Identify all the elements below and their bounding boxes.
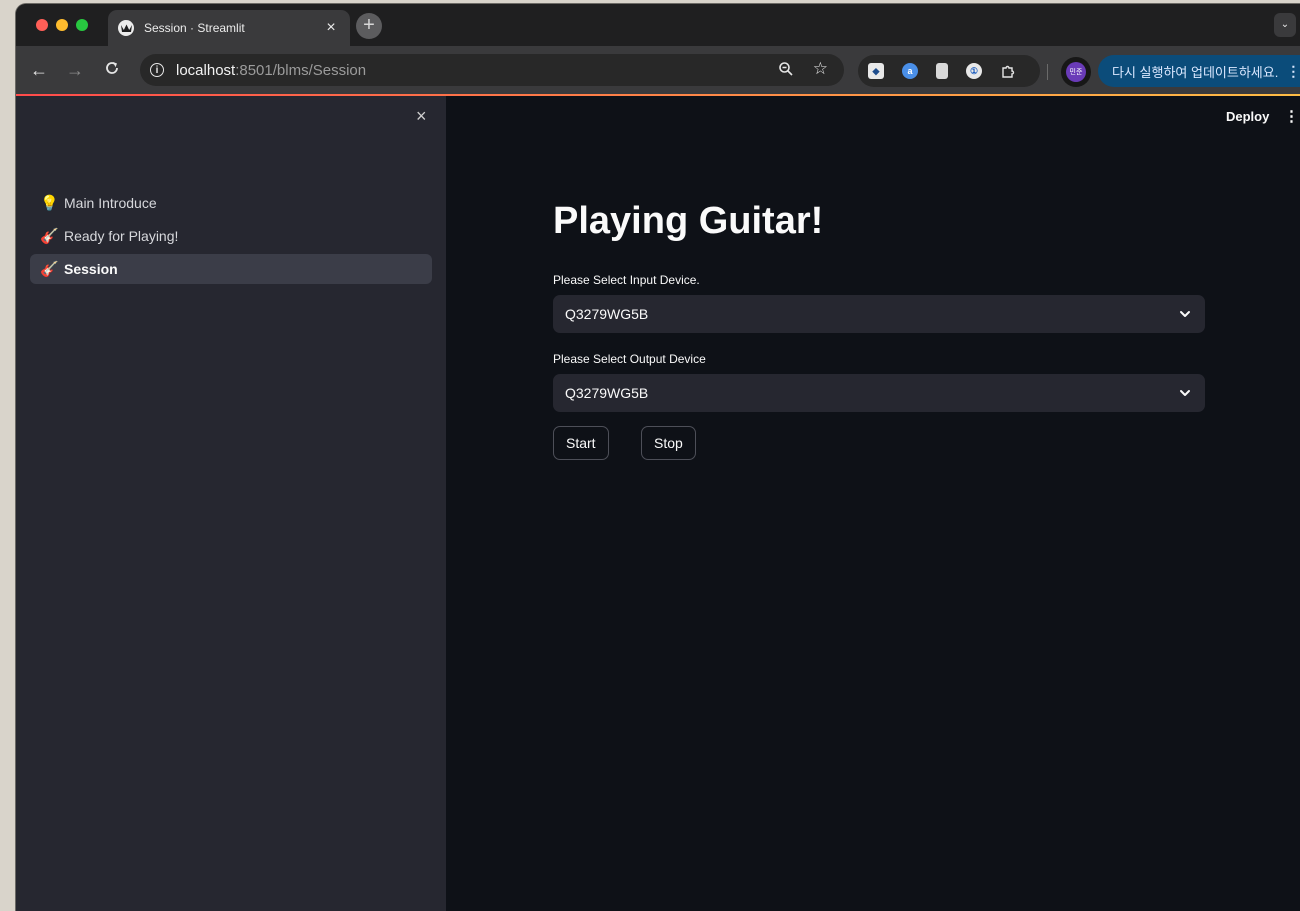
extensions-group: ◆ a ① — [858, 55, 1040, 87]
forward-arrow-icon[interactable]: → — [66, 61, 84, 79]
guitar-icon: 🎸 — [40, 261, 59, 278]
site-info-icon[interactable]: i — [150, 63, 164, 77]
profile-initials: 민준 — [1066, 62, 1086, 82]
sidebar-item-session[interactable]: 🎸 Session — [30, 254, 432, 284]
main-content: Deploy ⋮ Playing Guitar! Please Select I… — [446, 96, 1300, 911]
lightbulb-icon: 💡 — [40, 195, 59, 212]
extension-document-icon[interactable] — [936, 63, 948, 79]
tab-title: Session · Streamlit — [144, 21, 245, 35]
close-window-button[interactable] — [36, 19, 48, 31]
sidebar-item-label: Ready for Playing! — [64, 228, 179, 244]
sidebar-item-label: Session — [64, 261, 118, 277]
browser-menu-icon[interactable]: ⋮ — [1286, 63, 1300, 80]
sidebar-nav: 💡 Main Introduce 🎸 Ready for Playing! 🎸 … — [30, 188, 432, 287]
start-button[interactable]: Start — [553, 426, 609, 460]
output-device-value: Q3279WG5B — [565, 385, 649, 401]
input-device-value: Q3279WG5B — [565, 306, 649, 322]
deploy-button[interactable]: Deploy — [1226, 109, 1269, 124]
maximize-window-button[interactable] — [76, 19, 88, 31]
sidebar-item-main-introduce[interactable]: 💡 Main Introduce — [30, 188, 432, 218]
tab-strip: Session · Streamlit × + ⌄ — [16, 4, 1300, 46]
extension-translate-icon[interactable]: a — [902, 63, 918, 79]
reload-icon[interactable] — [104, 60, 120, 79]
streamlit-crown-icon — [118, 20, 134, 36]
profile-avatar[interactable]: 민준 — [1061, 57, 1091, 87]
tab-search-chevron-icon[interactable]: ⌄ — [1274, 13, 1296, 37]
minimize-window-button[interactable] — [56, 19, 68, 31]
back-arrow-icon[interactable]: ← — [30, 61, 48, 79]
update-button[interactable]: 다시 실행하여 업데이트하세요. ⋮ — [1098, 55, 1300, 87]
window-controls — [36, 19, 88, 31]
guitar-icon: 🎸 — [40, 228, 59, 245]
browser-toolbar: ← → i localhost:8501/blms/Session ☆ ◆ a … — [16, 46, 1300, 96]
stop-button[interactable]: Stop — [641, 426, 696, 460]
sidebar-item-label: Main Introduce — [64, 195, 157, 211]
new-tab-button[interactable]: + — [356, 13, 382, 39]
extensions-puzzle-icon[interactable] — [1000, 63, 1016, 79]
output-device-label: Please Select Output Device — [553, 352, 706, 366]
bookmark-star-icon[interactable]: ☆ — [813, 59, 828, 79]
page-title: Playing Guitar! — [553, 200, 824, 242]
extension-password-icon[interactable]: ① — [966, 63, 982, 79]
zoom-icon[interactable] — [778, 61, 794, 81]
input-device-label: Please Select Input Device. — [553, 273, 700, 287]
output-device-select[interactable]: Q3279WG5B — [553, 374, 1205, 412]
chevron-down-icon — [1180, 390, 1190, 396]
url-text: localhost:8501/blms/Session — [176, 61, 367, 79]
tab-session[interactable]: Session · Streamlit × — [108, 10, 350, 46]
tab-close-icon[interactable]: × — [322, 19, 340, 37]
update-label: 다시 실행하여 업데이트하세요. — [1112, 64, 1279, 80]
toolbar-divider — [1047, 64, 1048, 80]
address-bar[interactable]: i localhost:8501/blms/Session ☆ — [140, 54, 844, 86]
sidebar: × 💡 Main Introduce 🎸 Ready for Playing! … — [16, 96, 446, 911]
sidebar-item-ready-for-playing[interactable]: 🎸 Ready for Playing! — [30, 221, 432, 251]
browser-window: Session · Streamlit × + ⌄ ← → i localhos… — [16, 4, 1300, 911]
sidebar-close-icon[interactable]: × — [416, 106, 427, 127]
input-device-select[interactable]: Q3279WG5B — [553, 295, 1205, 333]
main-menu-icon[interactable]: ⋮ — [1284, 107, 1299, 125]
extension-cube-icon[interactable]: ◆ — [868, 63, 884, 79]
chevron-down-icon — [1180, 311, 1190, 317]
